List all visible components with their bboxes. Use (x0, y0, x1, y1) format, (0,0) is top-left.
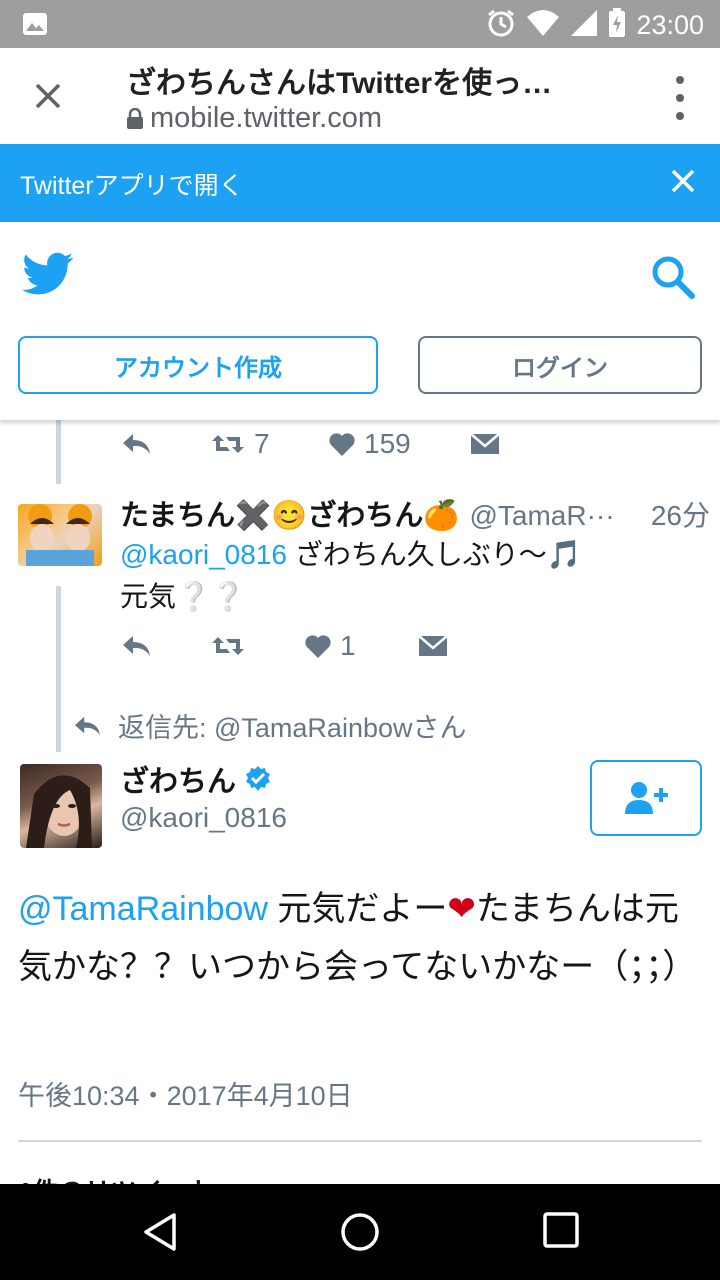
tweet-text-line1: ざわちん久しぶり〜🎵 (286, 539, 582, 570)
reply-button[interactable] (120, 633, 210, 659)
direct-message-button[interactable] (470, 432, 500, 456)
add-user-icon (625, 782, 668, 814)
status-bar: 23:00 (0, 0, 720, 48)
author-handle[interactable]: @TamaR··· (469, 500, 614, 532)
mention-link[interactable]: @kaori_0816 (120, 539, 287, 570)
follow-button[interactable] (590, 760, 702, 836)
main-author-row: ざわちん (120, 758, 272, 800)
reply-context: 返信先: @TamaRainbowさん (72, 706, 467, 745)
thread-line (56, 586, 61, 752)
overflow-menu-button[interactable] (670, 76, 690, 120)
signal-icon (570, 9, 598, 41)
tweet-timestamp[interactable]: 午後10:34・2017年4月10日 (18, 1074, 353, 1113)
recents-nav-icon[interactable] (543, 1212, 579, 1248)
main-tweet-text: @TamaRainbow 元気だよー❤たまちんは元気かな？？いつから会ってないか… (18, 880, 698, 996)
author-handle[interactable]: @kaori_0816 (120, 802, 287, 834)
home-nav-icon[interactable] (340, 1212, 380, 1252)
reply-icon (123, 434, 150, 454)
direct-message-button[interactable] (418, 634, 448, 658)
image-notification-icon (22, 12, 48, 40)
heart-icon (329, 433, 355, 456)
tweet-text-part1: 元気だよー (267, 890, 448, 928)
system-nav-bar (0, 1184, 720, 1280)
prev-tweet-actions: 7 159 (120, 428, 500, 460)
twitter-bird-icon[interactable] (22, 252, 74, 296)
like-button[interactable]: 159 (328, 428, 470, 460)
avatar-tamachin[interactable] (18, 504, 102, 566)
avatar-zawachin[interactable] (20, 764, 102, 848)
divider (18, 1140, 702, 1142)
open-app-banner[interactable]: Twitterアプリで開く (0, 144, 720, 222)
retweet-button[interactable] (210, 633, 304, 659)
reply-button[interactable] (120, 431, 210, 457)
like-count: 159 (364, 428, 411, 459)
tweet-thread: 7 159 たまちん✖️😊ざわちん🍊 @TamaR··· 26分 @kaori_… (0, 420, 720, 1184)
like-count: 1 (340, 630, 356, 661)
tweet-time[interactable]: 26分 (651, 494, 710, 534)
signup-button[interactable]: アカウント作成 (18, 336, 378, 394)
reply-tweet-actions: 1 (120, 630, 448, 662)
retweet-icon (212, 435, 244, 453)
envelope-icon (470, 433, 500, 454)
close-tab-button[interactable] (18, 70, 78, 122)
back-nav-icon[interactable] (142, 1212, 178, 1252)
twitter-header: アカウント作成 ログイン (0, 222, 720, 420)
reply-to-text[interactable]: 返信先: @TamaRainbowさん (118, 706, 467, 745)
reply-icon (75, 716, 100, 735)
url-bar[interactable]: mobile.twitter.com (126, 102, 382, 135)
retweet-summary[interactable]: 1件のリツイート (18, 1172, 214, 1184)
reply-tweet-text: @kaori_0816 ざわちん久しぶり〜🎵 元気❔❔ (120, 534, 582, 618)
thread-line (56, 420, 61, 484)
author-name[interactable]: たまちん✖️😊ざわちん🍊 (120, 492, 459, 534)
lock-icon (127, 107, 143, 129)
heart-icon (305, 635, 331, 658)
login-button[interactable]: ログイン (418, 336, 702, 394)
battery-icon (608, 8, 626, 42)
browser-toolbar: ざわちんさんはTwitterを使っ… mobile.twitter.com (0, 48, 720, 144)
reply-tweet-header: たまちん✖️😊ざわちん🍊 @TamaR··· 26分 (120, 492, 710, 534)
url-text: mobile.twitter.com (150, 102, 383, 134)
tweet-text-line2: 元気❔❔ (120, 581, 246, 612)
retweet-icon (212, 637, 244, 655)
wifi-icon (526, 9, 560, 41)
retweet-count: 7 (254, 428, 270, 459)
search-icon[interactable] (650, 254, 696, 300)
reply-icon (123, 636, 150, 656)
open-app-label[interactable]: Twitterアプリで開く (20, 166, 244, 202)
close-icon (35, 83, 61, 109)
mention-link[interactable]: @TamaRainbow (18, 890, 268, 928)
author-name[interactable]: ざわちん (120, 758, 236, 800)
page-title: ざわちんさんはTwitterを使っ… (126, 67, 553, 100)
like-button[interactable]: 1 (304, 630, 418, 662)
status-time: 23:00 (636, 9, 704, 40)
envelope-icon (418, 635, 448, 656)
close-banner-icon[interactable] (668, 166, 698, 196)
heart-emoji: ❤ (447, 890, 476, 928)
alarm-icon (486, 8, 516, 42)
verified-badge-icon (246, 766, 271, 791)
retweet-button[interactable]: 7 (210, 428, 328, 460)
